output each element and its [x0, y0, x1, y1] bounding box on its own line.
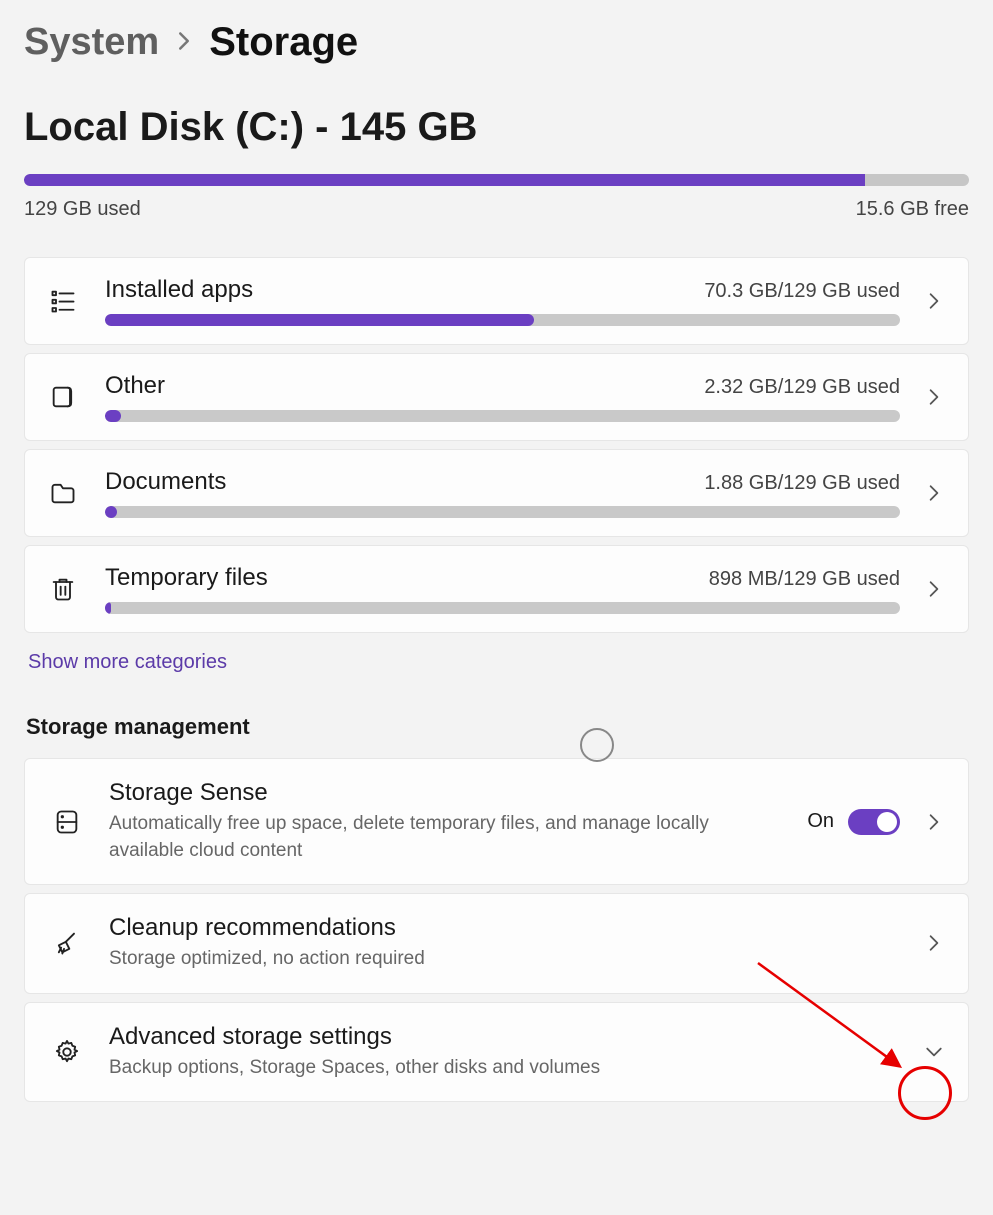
chevron-down-icon[interactable]: [922, 1046, 946, 1058]
chevron-right-icon: [922, 580, 946, 598]
advanced-storage-settings-row[interactable]: Advanced storage settings Backup options…: [24, 1002, 969, 1103]
advanced-desc: Backup options, Storage Spaces, other di…: [109, 1055, 900, 1082]
category-title: Other: [105, 372, 165, 400]
cleanup-recommendations-row[interactable]: Cleanup recommendations Storage optimize…: [24, 893, 969, 994]
other-icon: [43, 377, 83, 417]
category-bar: [105, 314, 900, 326]
category-installed-apps[interactable]: Installed apps 70.3 GB/129 GB used: [24, 257, 969, 345]
cleanup-title: Cleanup recommendations: [109, 914, 900, 942]
disk-usage-bar: [24, 174, 969, 186]
category-bar: [105, 506, 900, 518]
show-more-categories-link[interactable]: Show more categories: [28, 651, 969, 674]
category-usage: 1.88 GB/129 GB used: [704, 472, 900, 495]
chevron-right-icon: [922, 813, 946, 831]
trash-icon: [43, 569, 83, 609]
chevron-right-icon: [922, 292, 946, 310]
disk-used-label: 129 GB used: [24, 198, 141, 221]
advanced-title: Advanced storage settings: [109, 1023, 900, 1051]
disk-usage-bar-fill: [24, 174, 865, 186]
breadcrumb-current: Storage: [209, 20, 358, 65]
storage-sense-desc: Automatically free up space, delete temp…: [109, 811, 785, 864]
breadcrumb-parent[interactable]: System: [24, 21, 159, 64]
category-usage: 898 MB/129 GB used: [709, 568, 900, 591]
storage-management-heading: Storage management: [26, 714, 969, 740]
gear-icon: [47, 1032, 87, 1072]
folder-icon: [43, 473, 83, 513]
category-usage: 2.32 GB/129 GB used: [704, 376, 900, 399]
chevron-right-icon: [177, 27, 191, 58]
chevron-right-icon: [922, 388, 946, 406]
disk-free-label: 15.6 GB free: [856, 198, 969, 221]
broom-icon: [47, 923, 87, 963]
category-title: Temporary files: [105, 564, 268, 592]
category-title: Installed apps: [105, 276, 253, 304]
storage-sense-toggle-label: On: [807, 810, 834, 833]
category-bar: [105, 410, 900, 422]
storage-sense-toggle[interactable]: [848, 809, 900, 835]
chevron-right-icon: [922, 484, 946, 502]
apps-icon: [43, 281, 83, 321]
disk-title: Local Disk (C:) - 145 GB: [24, 105, 969, 150]
category-bar: [105, 602, 900, 614]
breadcrumb: System Storage: [24, 20, 969, 65]
category-temporary-files[interactable]: Temporary files 898 MB/129 GB used: [24, 545, 969, 633]
storage-sense-row[interactable]: Storage Sense Automatically free up spac…: [24, 758, 969, 885]
category-usage: 70.3 GB/129 GB used: [704, 280, 900, 303]
disk-icon: [47, 802, 87, 842]
chevron-right-icon: [922, 934, 946, 952]
cleanup-desc: Storage optimized, no action required: [109, 946, 900, 973]
disk-usage-labels: 129 GB used 15.6 GB free: [24, 198, 969, 221]
category-title: Documents: [105, 468, 226, 496]
category-other[interactable]: Other 2.32 GB/129 GB used: [24, 353, 969, 441]
loading-spinner-icon: [580, 728, 614, 762]
category-documents[interactable]: Documents 1.88 GB/129 GB used: [24, 449, 969, 537]
storage-sense-title: Storage Sense: [109, 779, 785, 807]
